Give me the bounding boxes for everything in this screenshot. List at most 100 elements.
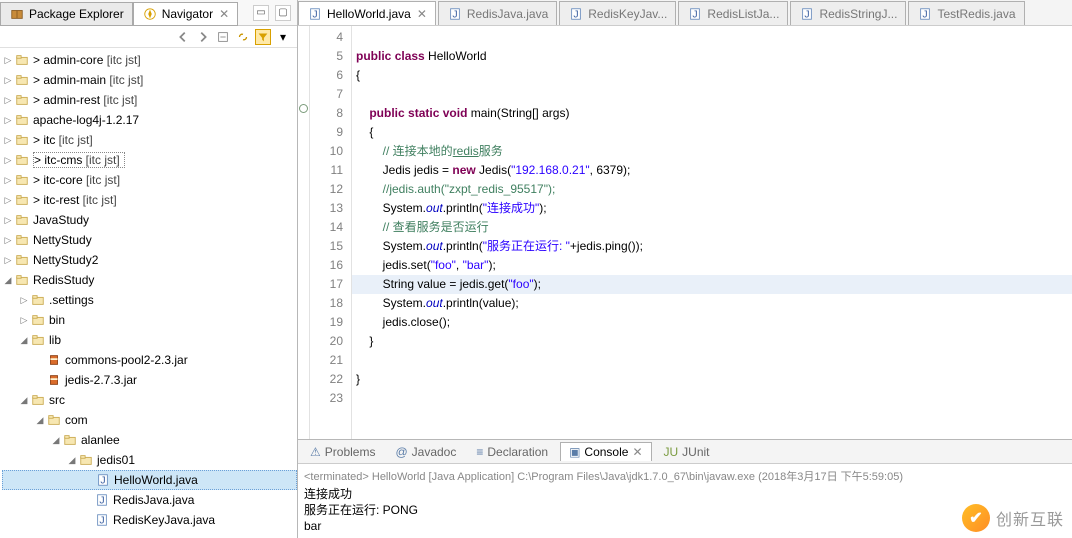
console-view[interactable]: <terminated> HelloWorld [Java Applicatio… [298,464,1072,538]
expand-arrow-icon[interactable]: ▷ [2,195,14,206]
tree-node[interactable]: ▷NettyStudy2 [2,250,297,270]
view-menu-icon[interactable]: ▾ [275,29,291,45]
tree-node[interactable]: ▷> itc-core [itc jst] [2,170,297,190]
code-line[interactable]: jedis.close(); [352,313,1072,332]
expand-arrow-icon[interactable]: ◢ [18,335,30,346]
expand-arrow-icon[interactable]: ▷ [18,315,30,326]
expand-arrow-icon[interactable]: ▷ [2,135,14,146]
code-line[interactable]: { [352,66,1072,85]
close-icon[interactable]: ✕ [219,7,229,21]
folding-ruler[interactable] [298,26,310,439]
code-line[interactable]: public class HelloWorld [352,47,1072,66]
expand-arrow-icon[interactable]: ▷ [2,115,14,126]
fold-toggle-icon[interactable] [299,104,308,113]
bottom-tab-problems[interactable]: ⚠Problems [302,443,383,461]
bottom-tab-javadoc[interactable]: @Javadoc [387,443,464,461]
collapse-all-icon[interactable] [215,29,231,45]
java-file-icon: J [447,6,463,22]
expand-arrow-icon[interactable]: ◢ [66,455,78,466]
editor-tab[interactable]: JRedisKeyJav... [559,1,676,25]
code-line[interactable]: // 连接本地的redis服务 [352,142,1072,161]
code-line[interactable] [352,389,1072,408]
code-line[interactable]: jedis.set("foo", "bar"); [352,256,1072,275]
expand-arrow-icon[interactable]: ▷ [2,75,14,86]
expand-arrow-icon[interactable]: ▷ [2,55,14,66]
tree-node[interactable]: ▷> itc-cms [itc jst] [2,150,297,170]
code-line[interactable]: System.out.println("服务正在运行: "+jedis.ping… [352,237,1072,256]
line-number: 4 [310,28,343,47]
bottom-tab-console[interactable]: ▣Console ✕ [560,442,651,461]
expand-arrow-icon[interactable]: ◢ [2,275,14,286]
tree-node[interactable]: JHelloWorld.java [2,470,297,490]
tree-node[interactable]: ▷bin [2,310,297,330]
editor-tab[interactable]: JTestRedis.java [908,1,1024,25]
tree-node[interactable]: ◢RedisStudy [2,270,297,290]
tree-node[interactable]: ◢com [2,410,297,430]
code-line[interactable] [352,28,1072,47]
close-icon[interactable]: ✕ [417,7,427,21]
code-content[interactable]: public class HelloWorld{ public static v… [352,26,1072,439]
expand-arrow-icon[interactable]: ▷ [2,155,14,166]
code-line[interactable]: Jedis jedis = new Jedis("192.168.0.21", … [352,161,1072,180]
maximize-button[interactable]: ▢ [275,5,291,21]
link-editor-icon[interactable] [235,29,251,45]
package-explorer-pane: Package Explorer Navigator ✕ ▭ ▢ ▾ ▷> ad… [0,0,298,538]
code-line[interactable]: public static void main(String[] args) [352,104,1072,123]
code-line[interactable]: // 查看服务是否运行 [352,218,1072,237]
tab-package-explorer[interactable]: Package Explorer [0,2,133,26]
tree-node[interactable]: ▷> admin-core [itc jst] [2,50,297,70]
code-line[interactable]: String value = jedis.get("foo"); [352,275,1072,294]
editor-tab-label: RedisStringJ... [819,7,897,21]
expand-arrow-icon[interactable]: ▷ [2,175,14,186]
tree-node[interactable]: ▷> admin-main [itc jst] [2,70,297,90]
code-line[interactable]: { [352,123,1072,142]
code-line[interactable]: System.out.println(value); [352,294,1072,313]
code-editor[interactable]: 4567891011121314151617181920212223 publi… [298,26,1072,440]
code-line[interactable]: System.out.println("连接成功"); [352,199,1072,218]
folder-icon [30,292,46,308]
expand-arrow-icon[interactable]: ◢ [34,415,46,426]
tree-node[interactable]: ▷> itc [itc jst] [2,130,297,150]
proj-icon [14,192,30,208]
code-line[interactable] [352,351,1072,370]
tree-node[interactable]: JRedisKeyJava.java [2,510,297,530]
tree-node[interactable]: ▷JavaStudy [2,210,297,230]
tree-node[interactable]: JRedisJava.java [2,490,297,510]
tab-navigator[interactable]: Navigator ✕ [133,2,238,26]
expand-arrow-icon[interactable]: ▷ [2,235,14,246]
tree-node[interactable]: ▷NettyStudy [2,230,297,250]
filter-icon[interactable] [255,29,271,45]
tree-node[interactable]: jedis-2.7.3.jar [2,370,297,390]
tree-node[interactable]: ▷> admin-rest [itc jst] [2,90,297,110]
minimize-button[interactable]: ▭ [253,5,269,21]
tree-node[interactable]: commons-pool2-2.3.jar [2,350,297,370]
bottom-tab-junit[interactable]: JUJUnit [656,443,718,461]
expand-arrow-icon[interactable]: ▷ [2,95,14,106]
proj-icon [14,232,30,248]
tree-node[interactable]: ◢alanlee [2,430,297,450]
expand-arrow-icon[interactable]: ▷ [18,295,30,306]
code-line[interactable]: } [352,332,1072,351]
code-line[interactable]: } [352,370,1072,389]
editor-tab[interactable]: JRedisJava.java [438,1,557,25]
close-icon[interactable]: ✕ [632,445,642,459]
tree-node[interactable]: ▷.settings [2,290,297,310]
tree-node[interactable]: ◢lib [2,330,297,350]
expand-arrow-icon[interactable]: ▷ [2,255,14,266]
forward-icon[interactable] [195,29,211,45]
tree-node[interactable]: ▷> itc-rest [itc jst] [2,190,297,210]
bottom-tab-declaration[interactable]: ≡Declaration [468,443,556,461]
editor-tab[interactable]: JRedisListJa... [678,1,788,25]
code-line[interactable]: //jedis.auth("zxpt_redis_95517"); [352,180,1072,199]
tree-node[interactable]: ◢src [2,390,297,410]
back-icon[interactable] [175,29,191,45]
editor-tab[interactable]: JHelloWorld.java✕ [298,1,436,25]
expand-arrow-icon[interactable]: ◢ [18,395,30,406]
tree-node[interactable]: ◢jedis01 [2,450,297,470]
expand-arrow-icon[interactable]: ▷ [2,215,14,226]
expand-arrow-icon[interactable]: ◢ [50,435,62,446]
tree-node[interactable]: ▷apache-log4j-1.2.17 [2,110,297,130]
code-line[interactable] [352,85,1072,104]
editor-tab[interactable]: JRedisStringJ... [790,1,906,25]
project-tree[interactable]: ▷> admin-core [itc jst]▷> admin-main [it… [0,48,297,538]
